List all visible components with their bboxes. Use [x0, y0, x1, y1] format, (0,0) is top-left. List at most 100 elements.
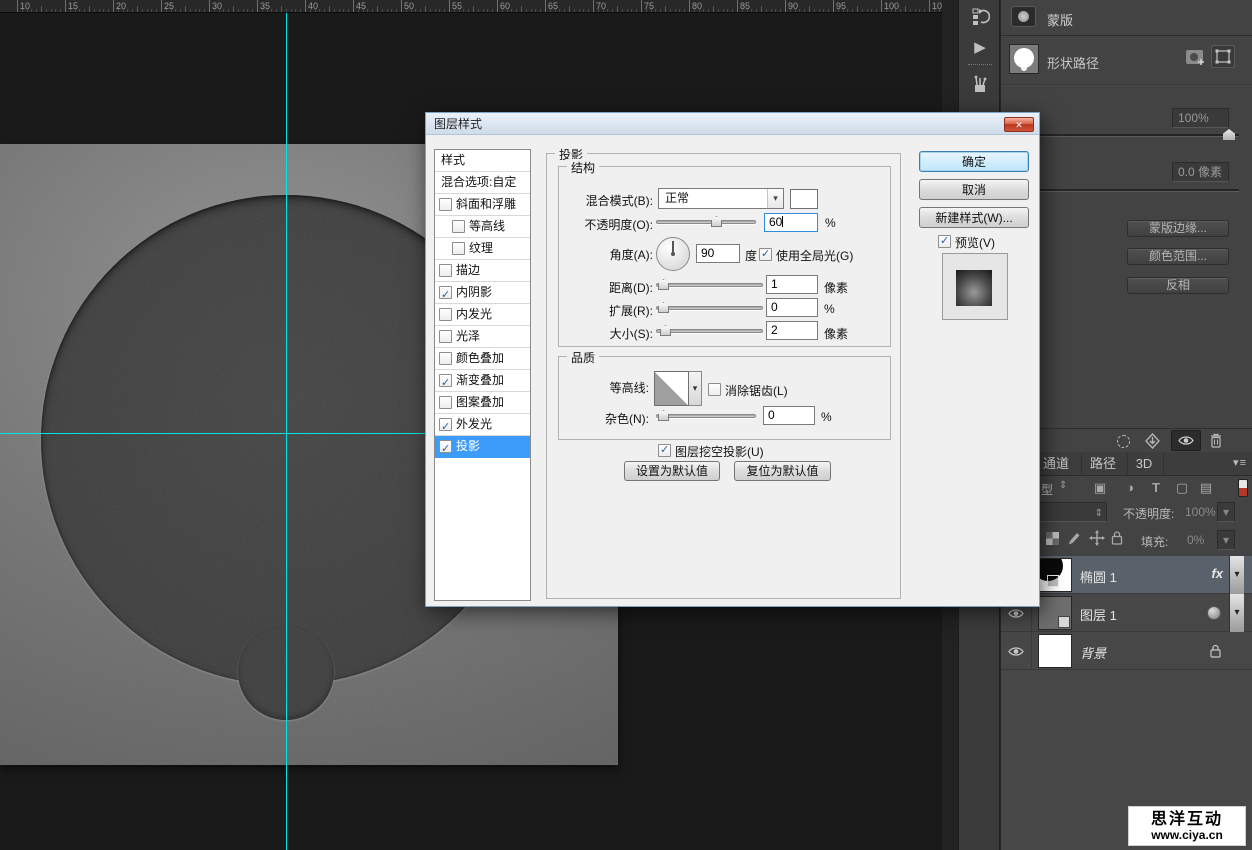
layer-thumbnail[interactable]: [1038, 634, 1072, 668]
mask-button-0[interactable]: 蒙版边缘...: [1127, 220, 1229, 237]
vertical-guide[interactable]: [286, 13, 287, 850]
dialog-titlebar[interactable]: 图层样式: [426, 113, 1039, 135]
style-item-4[interactable]: 内阴影: [435, 282, 530, 304]
style-item-8[interactable]: 渐变叠加: [435, 370, 530, 392]
distance-input[interactable]: 1: [766, 275, 818, 294]
style-item-checkbox[interactable]: [439, 396, 452, 409]
fill-value[interactable]: 0%: [1187, 533, 1204, 547]
ok-button[interactable]: 确定: [919, 151, 1029, 172]
styles-list-header[interactable]: 样式: [435, 150, 530, 172]
contour-dropdown-arrow[interactable]: ▾: [689, 371, 702, 406]
new-style-button[interactable]: 新建样式(W)...: [919, 207, 1029, 228]
filter-kind-arrows-icon[interactable]: ⇕: [1059, 480, 1067, 491]
spread-slider[interactable]: [656, 301, 763, 314]
actions-panel-icon[interactable]: ▶: [959, 32, 1001, 62]
lock-transparency-icon[interactable]: [1046, 532, 1059, 545]
style-item-checkbox[interactable]: [452, 242, 465, 255]
load-selection-icon[interactable]: [1117, 435, 1130, 448]
style-item-6[interactable]: 光泽: [435, 326, 530, 348]
style-item-checkbox[interactable]: [439, 198, 452, 211]
mask-button-1[interactable]: 颜色范围...: [1127, 248, 1229, 265]
layer-name[interactable]: 椭圆 1: [1080, 567, 1117, 586]
lock-all-icon[interactable]: [1111, 530, 1123, 548]
reset-default-button[interactable]: 复位为默认值: [734, 461, 831, 481]
apply-mask-icon[interactable]: [1144, 433, 1161, 452]
style-item-7[interactable]: 颜色叠加: [435, 348, 530, 370]
shadow-color-swatch[interactable]: [790, 189, 818, 209]
angle-dial[interactable]: [656, 237, 690, 271]
mask-density-slider[interactable]: [1037, 134, 1239, 137]
mask-button-2[interactable]: 反相: [1127, 277, 1229, 294]
mask-density-value[interactable]: 100%: [1172, 108, 1229, 128]
style-item-1[interactable]: 等高线: [435, 216, 530, 238]
filter-type-icon[interactable]: T: [1147, 479, 1165, 497]
layer-name[interactable]: 背景: [1080, 643, 1106, 662]
style-item-checkbox[interactable]: [452, 220, 465, 233]
noise-slider[interactable]: [656, 409, 756, 422]
style-item-10[interactable]: 外发光: [435, 414, 530, 436]
knockout-checkbox[interactable]: [658, 444, 671, 457]
layer-row-2[interactable]: 背景: [1001, 632, 1252, 670]
angle-input[interactable]: 90: [696, 244, 740, 263]
style-item-checkbox[interactable]: [439, 352, 452, 365]
antialias-checkbox[interactable]: [708, 383, 721, 396]
layer-thumbnail[interactable]: [1038, 596, 1072, 630]
global-light-checkbox[interactable]: [759, 248, 772, 261]
ruler[interactable]: 1015202530354045505560657075808590951001…: [0, 0, 942, 13]
style-item-9[interactable]: 图案叠加: [435, 392, 530, 414]
cancel-button[interactable]: 取消: [919, 179, 1029, 200]
layer-visibility-eye-icon[interactable]: [1001, 632, 1032, 670]
set-default-button[interactable]: 设置为默认值: [624, 461, 720, 481]
layer-effects-chevron-icon[interactable]: ▾: [1229, 594, 1244, 632]
style-item-checkbox[interactable]: [439, 440, 452, 453]
layer-effects-chevron-icon[interactable]: ▾: [1229, 556, 1244, 594]
fill-dropdown-arrow[interactable]: ▾: [1217, 530, 1235, 550]
style-item-0[interactable]: 斜面和浮雕: [435, 194, 530, 216]
layer-effect-icon[interactable]: [1207, 606, 1221, 620]
tab-3D[interactable]: 3D: [1127, 452, 1161, 476]
mask-thumbnail[interactable]: [1009, 44, 1039, 74]
style-item-11[interactable]: 投影: [435, 436, 530, 458]
tab-路径[interactable]: 路径: [1081, 452, 1125, 476]
style-item-checkbox[interactable]: [439, 374, 452, 387]
shadow-opacity-input[interactable]: 60: [764, 213, 818, 232]
opacity-dropdown-arrow[interactable]: ▾: [1217, 502, 1235, 522]
style-item-checkbox[interactable]: [439, 308, 452, 321]
layer-fx-badge[interactable]: fx: [1211, 566, 1223, 581]
mask-feather-value[interactable]: 0.0 像素: [1172, 162, 1229, 182]
size-input[interactable]: 2: [766, 321, 818, 340]
masks-panel-header[interactable]: 蒙版: [1001, 0, 1252, 36]
filter-shape-icon[interactable]: ▢: [1173, 479, 1191, 497]
lock-move-icon[interactable]: [1089, 530, 1105, 549]
distance-slider[interactable]: [656, 278, 763, 291]
contour-thumbnail[interactable]: [654, 371, 689, 406]
lock-paint-icon[interactable]: [1067, 530, 1082, 549]
style-item-3[interactable]: 描边: [435, 260, 530, 282]
blend-mode-dropdown[interactable]: 正常 ▾: [658, 188, 784, 209]
style-item-5[interactable]: 内发光: [435, 304, 530, 326]
style-item-checkbox[interactable]: [439, 418, 452, 431]
tool-presets-panel-icon[interactable]: [959, 70, 1001, 100]
mask-enable-eye-button[interactable]: [1171, 430, 1201, 451]
filter-toggle[interactable]: [1238, 479, 1248, 497]
close-icon[interactable]: ✕: [1004, 117, 1034, 132]
panel-menu-icon[interactable]: ▾≡: [1233, 456, 1247, 469]
style-item-checkbox[interactable]: [439, 330, 452, 343]
history-panel-icon[interactable]: [959, 2, 1001, 32]
filter-pixel-icon[interactable]: ▣: [1091, 479, 1109, 497]
filter-smart-object-icon[interactable]: ▤: [1197, 479, 1215, 497]
shadow-opacity-slider[interactable]: [656, 215, 756, 228]
style-item-checkbox[interactable]: [439, 286, 452, 299]
style-item-2[interactable]: 纹理: [435, 238, 530, 260]
opacity-value[interactable]: 100%: [1185, 505, 1216, 519]
filter-adjustment-icon[interactable]: ◑: [1121, 479, 1139, 497]
vector-mask-icon[interactable]: [1211, 45, 1235, 68]
layer-thumbnail[interactable]: [1038, 558, 1072, 592]
mask-density-thumb[interactable]: [1223, 129, 1235, 140]
size-slider[interactable]: [656, 324, 763, 337]
preview-checkbox[interactable]: [938, 235, 951, 248]
styles-list-blending-options[interactable]: 混合选项:自定: [435, 172, 530, 194]
style-item-checkbox[interactable]: [439, 264, 452, 277]
noise-input[interactable]: 0: [763, 406, 815, 425]
mask-feather-slider[interactable]: [1037, 189, 1239, 192]
